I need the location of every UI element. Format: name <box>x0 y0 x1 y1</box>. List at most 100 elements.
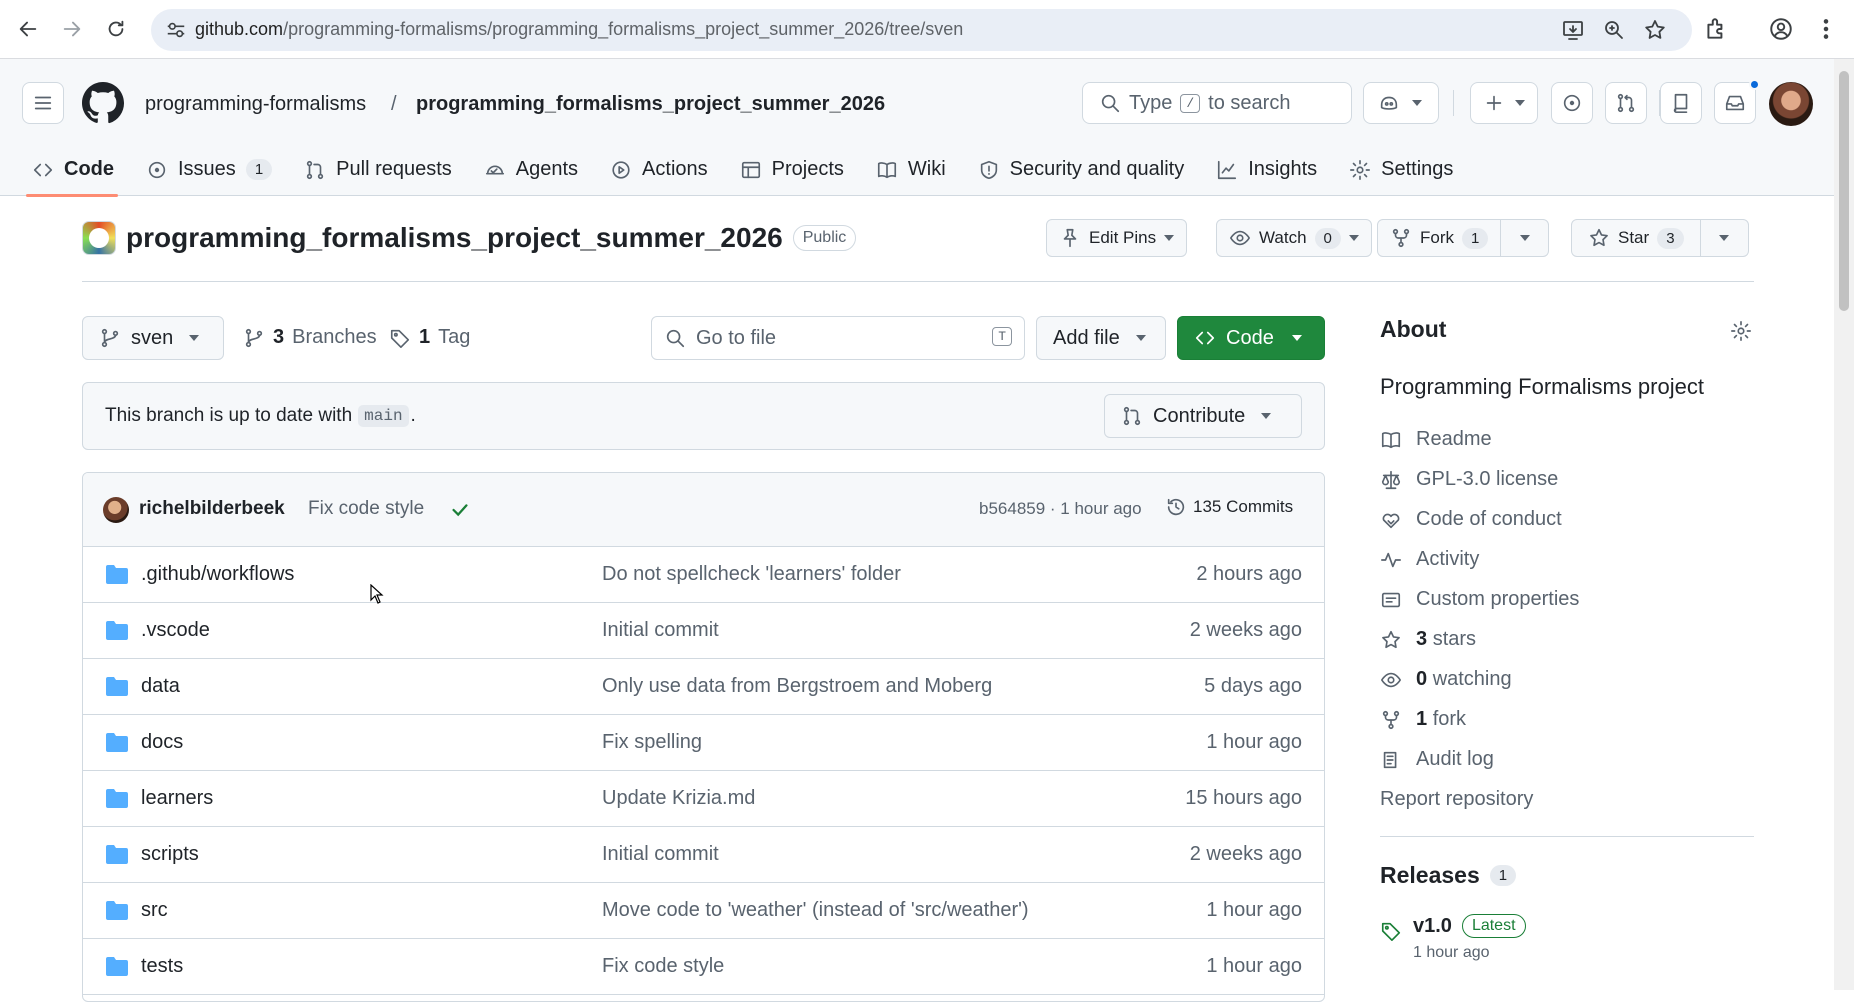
watching-link[interactable]: 0 watching <box>1380 668 1512 691</box>
commit-message-link[interactable]: Only use data from Bergstroem and Moberg <box>602 675 992 698</box>
tab-issues[interactable]: Issues 1 <box>144 151 282 196</box>
file-row[interactable]: scripts Initial commit 2 weeks ago <box>83 827 1324 883</box>
file-name-link[interactable]: data <box>141 675 180 698</box>
tab-pull-requests[interactable]: Pull requests <box>302 151 462 196</box>
scrollbar-thumb[interactable] <box>1839 71 1849 311</box>
code-of-conduct-link[interactable]: Code of conduct <box>1380 508 1562 531</box>
tab-insights[interactable]: Insights <box>1214 151 1327 196</box>
commit-message[interactable]: Fix code style <box>308 498 424 520</box>
watch-button[interactable]: Watch 0 <box>1216 219 1372 257</box>
tab-code[interactable]: Code <box>26 151 124 197</box>
branch-select-button[interactable]: sven <box>82 316 224 360</box>
file-name-link[interactable]: .vscode <box>141 619 210 642</box>
reload-button[interactable] <box>101 14 131 44</box>
tab-projects[interactable]: Projects <box>738 151 854 196</box>
create-new-button[interactable] <box>1470 82 1538 124</box>
tab-settings[interactable]: Settings <box>1347 151 1463 196</box>
commit-message-link[interactable]: Initial commit <box>602 619 719 642</box>
file-row[interactable]: src Move code to 'weather' (instead of 's… <box>83 883 1324 939</box>
edit-pins-button[interactable]: Edit Pins <box>1046 219 1188 257</box>
fork-count: 1 <box>1462 227 1489 249</box>
tab-agents[interactable]: Agents <box>482 151 588 196</box>
user-avatar[interactable] <box>1769 82 1813 126</box>
search-input[interactable]: Type / to search <box>1082 82 1352 124</box>
file-row[interactable]: docs Fix spelling 1 hour ago <box>83 715 1324 771</box>
url-text[interactable]: github.com/programming-formalisms/progra… <box>195 19 963 40</box>
forks-link[interactable]: 1 fork <box>1380 708 1466 731</box>
owner-link[interactable]: programming-formalisms <box>145 93 366 116</box>
repo-owner-avatar[interactable] <box>82 221 116 255</box>
back-button[interactable] <box>13 14 43 44</box>
hamburger-button[interactable] <box>22 82 64 124</box>
file-row[interactable]: .vscode Initial commit 2 weeks ago <box>83 603 1324 659</box>
profile-icon[interactable] <box>1768 16 1794 42</box>
commit-message-link[interactable]: Fix spelling <box>602 731 702 754</box>
forward-button[interactable] <box>57 14 87 44</box>
commit-author[interactable]: richelbilderbeek <box>139 498 285 520</box>
file-name-link[interactable]: .github/workflows <box>141 563 294 586</box>
add-file-button[interactable]: Add file <box>1036 316 1166 360</box>
file-row[interactable]: data Only use data from Bergstroem and Mo… <box>83 659 1324 715</box>
install-app-icon[interactable] <box>1561 18 1585 42</box>
custom-properties-link[interactable]: Custom properties <box>1380 588 1579 611</box>
tab-actions[interactable]: Actions <box>608 151 718 196</box>
repo-link[interactable]: programming_formalisms_project_summer_20… <box>416 93 885 116</box>
commit-message-link[interactable]: Do not spellcheck 'learners' folder <box>602 563 901 586</box>
activity-link[interactable]: Activity <box>1380 548 1479 571</box>
tab-wiki[interactable]: Wiki <box>874 151 956 196</box>
issues-button[interactable] <box>1551 82 1593 124</box>
audit-log-link[interactable]: Audit log <box>1380 748 1494 771</box>
commits-link[interactable]: 135 Commits <box>1165 496 1293 518</box>
zoom-icon[interactable] <box>1602 18 1626 42</box>
tags-link[interactable]: 1 Tag <box>389 326 470 349</box>
file-name-link[interactable]: src <box>141 899 168 922</box>
releases-heading[interactable]: Releases 1 <box>1380 862 1517 889</box>
commit-message-link[interactable]: Update Krizia.md <box>602 787 755 810</box>
license-link[interactable]: GPL-3.0 license <box>1380 468 1558 491</box>
go-to-file-input[interactable]: Go to file T <box>651 316 1025 360</box>
tab-security[interactable]: Security and quality <box>976 151 1195 196</box>
file-name-link[interactable]: tests <box>141 955 183 978</box>
commit-sha-time[interactable]: b564859 · 1 hour ago <box>979 499 1142 519</box>
author-avatar[interactable] <box>103 497 129 523</box>
repositories-button[interactable] <box>1660 82 1702 124</box>
code-dropdown-button[interactable]: Code <box>1177 316 1325 360</box>
branches-link[interactable]: 3 Branches <box>243 326 377 349</box>
browser-menu-icon[interactable] <box>1813 16 1839 42</box>
address-bar[interactable]: github.com/programming-formalisms/progra… <box>151 9 1692 51</box>
page-scrollbar[interactable] <box>1834 59 1854 990</box>
file-row[interactable]: .github/workflows Do not spellcheck 'lear… <box>83 547 1324 603</box>
star-button[interactable]: Star 3 <box>1571 219 1749 257</box>
commit-message-link[interactable]: Move code to 'weather' (instead of 'src/… <box>602 899 1029 922</box>
bookmark-star-icon[interactable] <box>1643 18 1667 42</box>
stars-link[interactable]: 3 stars <box>1380 628 1476 651</box>
github-logo-icon[interactable] <box>82 82 124 124</box>
pull-requests-button[interactable] <box>1605 82 1647 124</box>
commit-message-link[interactable]: Fix code style <box>602 955 724 978</box>
commit-message-link[interactable]: Initial commit <box>602 843 719 866</box>
release-tag-link[interactable]: v1.0 <box>1413 915 1452 938</box>
fork-button[interactable]: Fork 1 <box>1377 219 1550 257</box>
base-branch-name[interactable]: main <box>358 405 409 427</box>
readme-link[interactable]: Readme <box>1380 428 1492 451</box>
file-name-link[interactable]: learners <box>141 787 213 810</box>
banner-text: This branch is up to date with <box>105 405 353 426</box>
repo-name[interactable]: programming_formalisms_project_summer_20… <box>126 222 783 254</box>
gear-icon[interactable] <box>1730 320 1752 342</box>
fork-dropdown[interactable] <box>1500 220 1548 256</box>
copilot-button[interactable] <box>1363 82 1439 124</box>
file-row[interactable]: tests Fix code style 1 hour ago <box>83 939 1324 995</box>
star-dropdown[interactable] <box>1699 220 1748 256</box>
report-repository-link[interactable]: Report repository <box>1380 788 1533 811</box>
file-name-link[interactable]: scripts <box>141 843 199 866</box>
file-row[interactable]: learners Update Krizia.md 15 hours ago <box>83 771 1324 827</box>
file-name-link[interactable]: docs <box>141 731 183 754</box>
check-icon[interactable] <box>449 499 471 521</box>
site-settings-icon[interactable] <box>165 19 187 41</box>
release-time: 1 hour ago <box>1413 944 1490 961</box>
contribute-button[interactable]: Contribute <box>1104 394 1302 438</box>
search-icon <box>666 329 685 348</box>
extensions-icon[interactable] <box>1703 16 1729 42</box>
branch-status-banner: This branch is up to date with main . Co… <box>82 382 1325 450</box>
issues-count: 1 <box>245 159 273 180</box>
